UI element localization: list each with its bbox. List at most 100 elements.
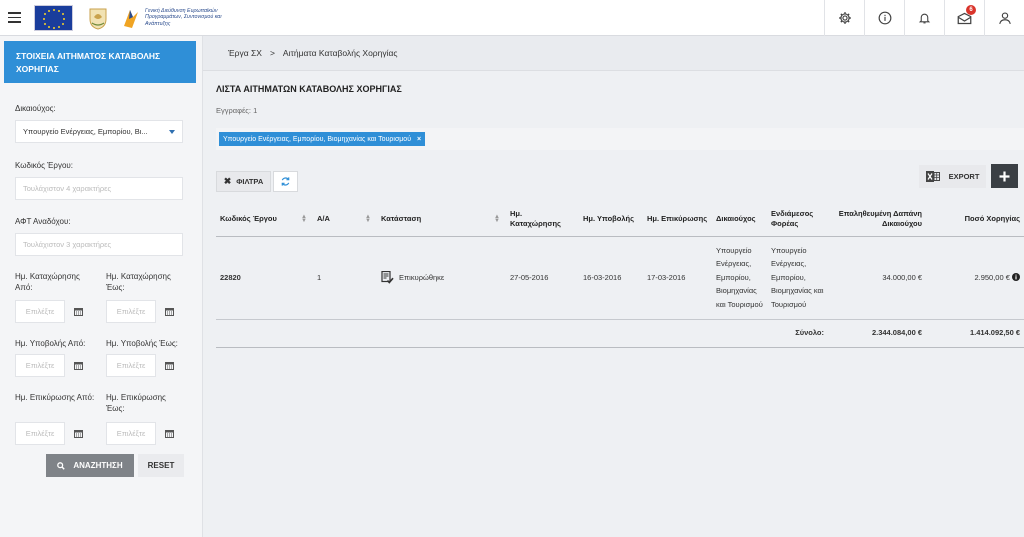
col-sub-date-label: Ημ. Υποβολής xyxy=(583,213,634,223)
ver-date-to-label: Ημ. Επικύρωσης Έως: xyxy=(106,393,166,413)
col-status-label: Κατάσταση xyxy=(381,213,422,223)
table-row[interactable]: 22820 1 Επικυρώθηκε 27-05-2016 16-03-201… xyxy=(216,236,1024,319)
messages-button[interactable]: 6 xyxy=(944,0,984,36)
search-button[interactable]: ΑΝΑΖΗΤΗΣΗ xyxy=(46,454,134,477)
status-badge: Επικυρώθηκε xyxy=(381,271,502,285)
filters-button-label: ΦΙΛΤΡΑ xyxy=(236,177,264,186)
cell-sub-date: 16-03-2016 xyxy=(583,272,622,282)
notifications-button[interactable] xyxy=(904,0,944,36)
excel-icon xyxy=(925,171,940,182)
messages-count-badge: 6 xyxy=(966,5,976,15)
table-header-row: Κωδικός Έργου ▲ ▼ Α/Α ▲ ▼ Κατάσταση ▲ ▼ Ημ. Κα… xyxy=(216,202,1024,237)
ver-date-to-input[interactable]: Επιλέξτε xyxy=(106,422,156,445)
col-verified-expense: Επαληθευμένη Δαπάνη Δικαιούχου xyxy=(828,202,926,237)
col-aa[interactable]: Α/Α ▲ ▼ xyxy=(313,202,377,237)
afm-label: ΑΦΤ Αναδόχου: xyxy=(15,217,71,226)
calendar-icon xyxy=(164,361,174,370)
col-project-code[interactable]: Κωδικός Έργου ▲ ▼ xyxy=(216,202,313,237)
export-button-label: EXPORT xyxy=(948,172,980,181)
ver-date-from-input[interactable]: Επιλέξτε xyxy=(15,422,65,445)
col-intermediate-label: Ενδιάμεσος Φορέας xyxy=(771,208,814,228)
table-total-row: Σύνολο: 2.344.084,00 € 1.414.092,50 € xyxy=(216,319,1024,348)
sub-date-to-calendar-button[interactable] xyxy=(158,354,180,377)
sub-date-from-input[interactable]: Επιλέξτε xyxy=(15,354,65,377)
info-icon[interactable] xyxy=(1012,272,1020,281)
ver-date-to-calendar-button[interactable] xyxy=(158,422,180,445)
sub-date-to-input[interactable]: Επιλέξτε xyxy=(106,354,156,377)
reg-date-to-calendar-button[interactable] xyxy=(158,300,180,323)
chevron-down-icon xyxy=(169,129,175,134)
settings-button[interactable] xyxy=(824,0,864,36)
info-button[interactable] xyxy=(864,0,904,36)
afm-input[interactable]: Τουλάχιστον 3 χαρακτήρες xyxy=(15,233,183,256)
ver-date-from-calendar-button[interactable] xyxy=(67,422,89,445)
sub-date-to-label: Ημ. Υποβολής Έως: xyxy=(106,339,178,348)
menu-icon[interactable] xyxy=(2,0,26,36)
col-reg-date[interactable]: Ημ. Καταχώρησης xyxy=(506,202,579,237)
col-grant-amount: Ποσό Χορηγίας xyxy=(926,202,1024,237)
sort-icon[interactable]: ▲ ▼ xyxy=(365,214,371,224)
user-icon xyxy=(998,12,1011,24)
export-button[interactable]: EXPORT xyxy=(919,165,986,188)
refresh-button[interactable] xyxy=(273,171,298,192)
cyprus-emblem-logo xyxy=(89,8,107,30)
filters-button[interactable]: ✖ ΦΙΛΤΡΑ xyxy=(216,171,271,192)
col-grant-amount-label: Ποσό Χορηγίας xyxy=(964,213,1020,223)
payment-requests-table: Κωδικός Έργου ▲ ▼ Α/Α ▲ ▼ Κατάσταση ▲ ▼ Ημ. Κα… xyxy=(216,202,1024,348)
reg-date-from-input[interactable]: Επιλέξτε xyxy=(15,300,65,323)
reg-date-from-calendar-button[interactable] xyxy=(67,300,89,323)
calendar-icon xyxy=(73,429,83,438)
col-status[interactable]: Κατάσταση ▲ ▼ xyxy=(377,202,506,237)
refresh-icon xyxy=(281,177,290,186)
grant-amount-value: 2.950,00 € xyxy=(974,272,1010,282)
cell-grant-amount: 2.950,00 € xyxy=(926,236,1024,319)
beneficiary-select[interactable]: Υπουργείο Ενέργειας, Εμπορίου, Βι... xyxy=(15,120,183,143)
project-code-input[interactable]: Τουλάχιστον 4 χαρακτήρες xyxy=(15,177,183,200)
ver-date-from-label: Ημ. Επικύρωσης Από: xyxy=(15,393,95,402)
verified-document-icon xyxy=(381,271,394,284)
plus-icon xyxy=(999,171,1010,181)
sub-date-from-calendar-button[interactable] xyxy=(67,354,89,377)
col-intermediate: Ενδιάμεσος Φορέας xyxy=(767,202,828,237)
cell-project-code[interactable]: 22820 xyxy=(216,236,313,319)
sort-icon[interactable]: ▲ ▼ xyxy=(301,214,307,224)
breadcrumb-projects[interactable]: Έργα ΣΧ xyxy=(228,48,262,58)
col-beneficiary-label: Δικαιούχος xyxy=(716,213,756,223)
info-icon xyxy=(878,11,891,25)
user-button[interactable] xyxy=(984,0,1024,36)
cell-ver-date: 17-03-2016 xyxy=(647,272,686,282)
reg-date-to-input[interactable]: Επιλέξτε xyxy=(106,300,156,323)
cell-verified-expense: 34.000,00 € xyxy=(882,272,922,282)
col-sub-date[interactable]: Ημ. Υποβολής xyxy=(579,202,643,237)
col-ver-date[interactable]: Ημ. Επικύρωσης xyxy=(643,202,712,237)
add-button[interactable] xyxy=(991,164,1018,188)
beneficiary-select-value: Υπουργείο Ενέργειας, Εμπορίου, Βι... xyxy=(23,127,148,136)
calendar-icon xyxy=(73,307,83,316)
bell-icon xyxy=(918,13,931,24)
eu-flag-logo xyxy=(34,4,73,31)
total-label: Σύνολο: xyxy=(216,319,828,348)
col-verified-expense-label: Επαληθευμένη Δαπάνη Δικαιούχου xyxy=(838,208,922,228)
search-button-label: ΑΝΑΖΗΤΗΣΗ xyxy=(73,461,123,470)
reset-button[interactable]: RESET xyxy=(138,454,184,477)
col-project-code-label: Κωδικός Έργου xyxy=(220,213,277,223)
records-count: Εγγραφές: 1 xyxy=(216,106,258,115)
reg-date-from-label: Ημ. Καταχώρησης Από: xyxy=(15,272,80,292)
cell-beneficiary: Υπουργείο Ενέργειας, Εμπορίου, Βιομηχανί… xyxy=(716,245,763,309)
col-aa-label: Α/Α xyxy=(317,213,330,223)
gdepsa-logo-text: Γενική Διεύθυνση Ευρωπαϊκών Προγραμμάτων… xyxy=(145,7,222,27)
page-title: ΛΙΣΤΑ ΑΙΤΗΜΑΤΩΝ ΚΑΤΑΒΟΛΗΣ ΧΟΡΗΓΙΑΣ xyxy=(216,84,402,94)
close-icon: ✖ xyxy=(223,176,232,186)
top-icons: 6 xyxy=(824,0,1024,36)
gear-icon xyxy=(838,12,851,24)
sub-date-from-label: Ημ. Υποβολής Από: xyxy=(15,339,86,348)
remove-filter-icon[interactable]: × xyxy=(417,136,421,143)
top-bar: Γενική Διεύθυνση Ευρωπαϊκών Προγραμμάτων… xyxy=(0,0,1024,36)
col-ver-date-label: Ημ. Επικύρωσης xyxy=(647,213,708,223)
col-beneficiary: Δικαιούχος xyxy=(712,202,767,237)
breadcrumb-current: Αιτήματα Καταβολής Χορηγίας xyxy=(282,48,398,58)
main-content: ΛΙΣΤΑ ΑΙΤΗΜΑΤΩΝ ΚΑΤΑΒΟΛΗΣ ΧΟΡΗΓΙΑΣ Εγγρα… xyxy=(203,71,1024,537)
sort-icon[interactable]: ▲ ▼ xyxy=(494,214,500,224)
calendar-icon xyxy=(164,429,174,438)
active-filters-bar: Υπουργείο Ενέργειας, Εμπορίου, Βιομηχανί… xyxy=(216,128,1024,150)
